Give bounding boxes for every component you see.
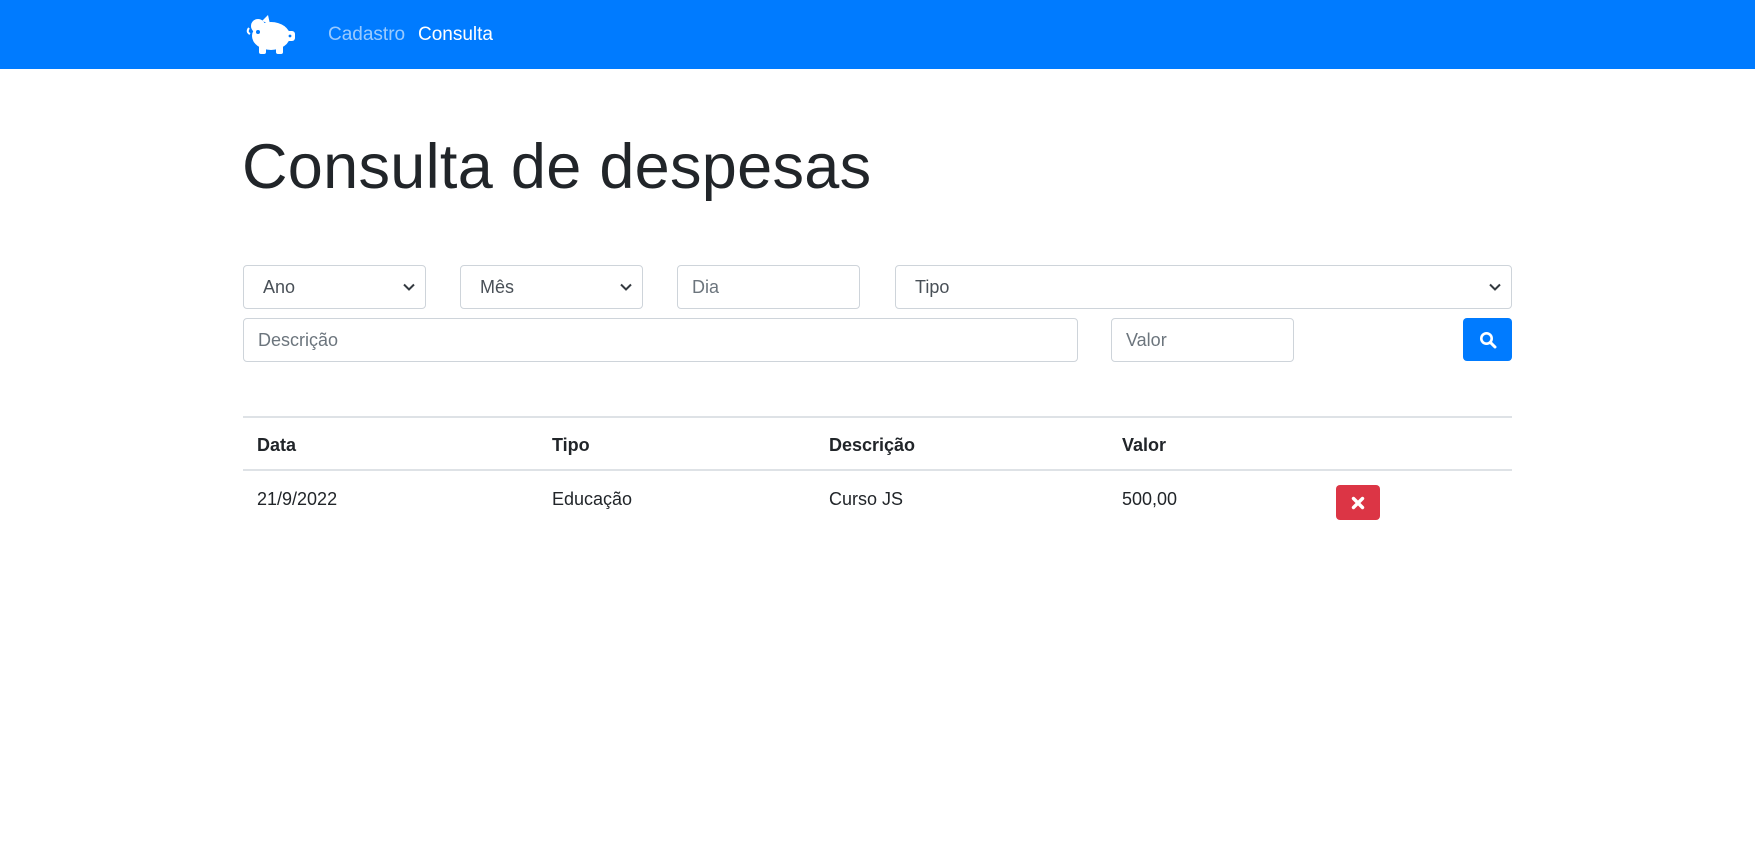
table-header-border xyxy=(243,469,1512,471)
delete-button[interactable] xyxy=(1336,485,1380,520)
page-title: Consulta de despesas xyxy=(242,132,872,202)
table-cell-tipo: Educação xyxy=(552,489,633,509)
tipo-select-value: Tipo xyxy=(915,277,950,297)
close-icon xyxy=(1351,496,1365,509)
nav-link-cadastro[interactable]: Cadastro xyxy=(328,23,405,47)
column-header-descricao: Descrição xyxy=(829,435,916,455)
tipo-select[interactable]: Tipo xyxy=(895,265,1512,309)
ano-select-value: Ano xyxy=(263,277,296,297)
table-top-border xyxy=(243,416,1512,418)
mes-select-value: Mês xyxy=(480,277,515,297)
table-cell-valor: 500,00 xyxy=(1122,489,1178,509)
piggy-bank-icon[interactable] xyxy=(246,12,298,56)
chevron-down-icon xyxy=(1489,283,1501,291)
chevron-down-icon xyxy=(403,283,415,291)
ano-select[interactable]: Ano xyxy=(243,265,426,309)
descricao-input[interactable]: Descrição xyxy=(243,318,1078,362)
navbar: Cadastro Consulta xyxy=(0,0,1755,69)
chevron-down-icon xyxy=(620,283,632,291)
dia-input-placeholder: Dia xyxy=(692,277,720,297)
search-button[interactable] xyxy=(1463,318,1512,361)
column-header-valor: Valor xyxy=(1122,435,1167,455)
valor-input[interactable]: Valor xyxy=(1111,318,1294,362)
column-header-data: Data xyxy=(257,435,297,455)
column-header-tipo: Tipo xyxy=(552,435,590,455)
descricao-input-placeholder: Descrição xyxy=(258,330,339,350)
mes-select[interactable]: Mês xyxy=(460,265,643,309)
dia-input[interactable]: Dia xyxy=(677,265,860,309)
nav-link-consulta[interactable]: Consulta xyxy=(418,23,493,47)
table-cell-data: 21/9/2022 xyxy=(257,489,338,509)
search-icon xyxy=(1479,331,1496,348)
table-cell-descricao: Curso JS xyxy=(829,489,904,509)
valor-input-placeholder: Valor xyxy=(1126,330,1167,350)
